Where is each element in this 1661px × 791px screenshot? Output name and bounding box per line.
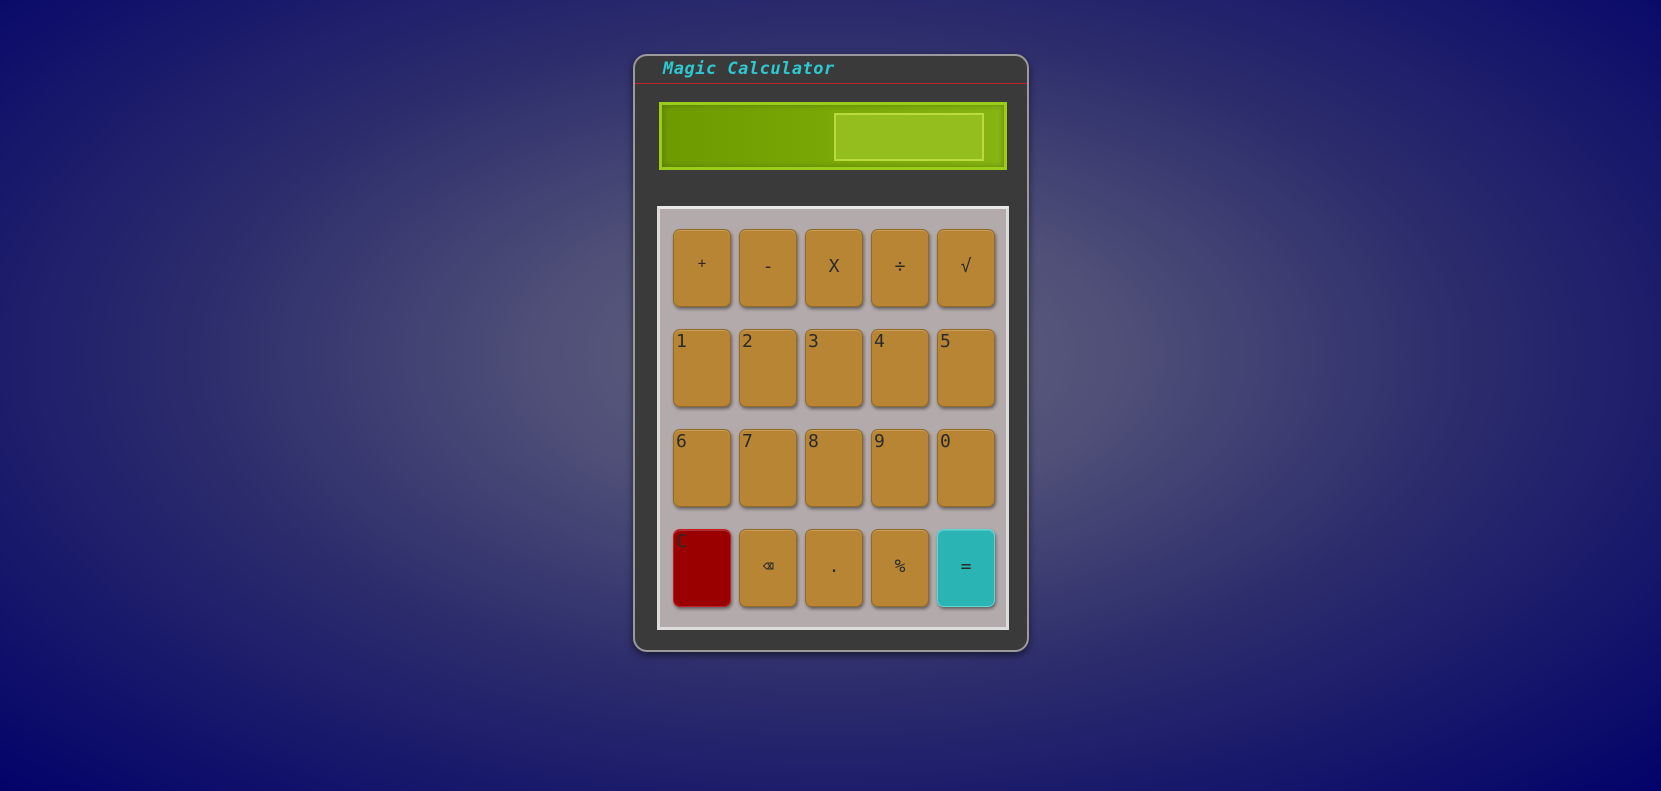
digit-4-button[interactable]: 4: [871, 329, 929, 407]
digit-9-button[interactable]: 9: [871, 429, 929, 507]
multiply-label: X: [828, 256, 840, 277]
add-label: +: [697, 256, 707, 272]
calculator: Magic Calculator + - X ÷ √ 1 2 3 4 5 6 7…: [633, 54, 1029, 652]
divide-label: ÷: [894, 256, 906, 277]
percent-button[interactable]: %: [871, 529, 929, 607]
clear-button[interactable]: C: [673, 529, 731, 607]
digit-5-label: 5: [940, 331, 951, 352]
digit-2-label: 2: [742, 331, 753, 352]
title-bar: Magic Calculator: [635, 56, 1027, 84]
display-panel: [659, 102, 1007, 170]
digit-7-button[interactable]: 7: [739, 429, 797, 507]
digit-9-label: 9: [874, 431, 885, 452]
digit-1-button[interactable]: 1: [673, 329, 731, 407]
subtract-label: -: [762, 256, 774, 277]
sqrt-button[interactable]: √: [937, 229, 995, 307]
digit-0-label: 0: [940, 431, 951, 452]
digit-6-button[interactable]: 6: [673, 429, 731, 507]
digit-5-button[interactable]: 5: [937, 329, 995, 407]
equals-button[interactable]: =: [937, 529, 995, 607]
percent-label: %: [894, 556, 906, 577]
decimal-button[interactable]: .: [805, 529, 863, 607]
display-input[interactable]: [834, 113, 984, 161]
digit-6-label: 6: [676, 431, 687, 452]
sqrt-label: √: [960, 256, 972, 277]
digit-3-label: 3: [808, 331, 819, 352]
add-button[interactable]: +: [673, 229, 731, 307]
app-title: Magic Calculator: [663, 59, 835, 79]
digit-2-button[interactable]: 2: [739, 329, 797, 407]
digit-4-label: 4: [874, 331, 885, 352]
backspace-icon: ⌫: [762, 556, 774, 577]
digit-8-button[interactable]: 8: [805, 429, 863, 507]
multiply-button[interactable]: X: [805, 229, 863, 307]
digit-0-button[interactable]: 0: [937, 429, 995, 507]
digit-7-label: 7: [742, 431, 753, 452]
decimal-label: .: [828, 556, 840, 577]
equals-label: =: [960, 556, 972, 577]
digit-1-label: 1: [676, 331, 687, 352]
backspace-button[interactable]: ⌫: [739, 529, 797, 607]
digit-3-button[interactable]: 3: [805, 329, 863, 407]
keypad: + - X ÷ √ 1 2 3 4 5 6 7 8 9 0 C ⌫ . % =: [657, 206, 1009, 630]
clear-label: C: [676, 531, 687, 552]
subtract-button[interactable]: -: [739, 229, 797, 307]
digit-8-label: 8: [808, 431, 819, 452]
divide-button[interactable]: ÷: [871, 229, 929, 307]
